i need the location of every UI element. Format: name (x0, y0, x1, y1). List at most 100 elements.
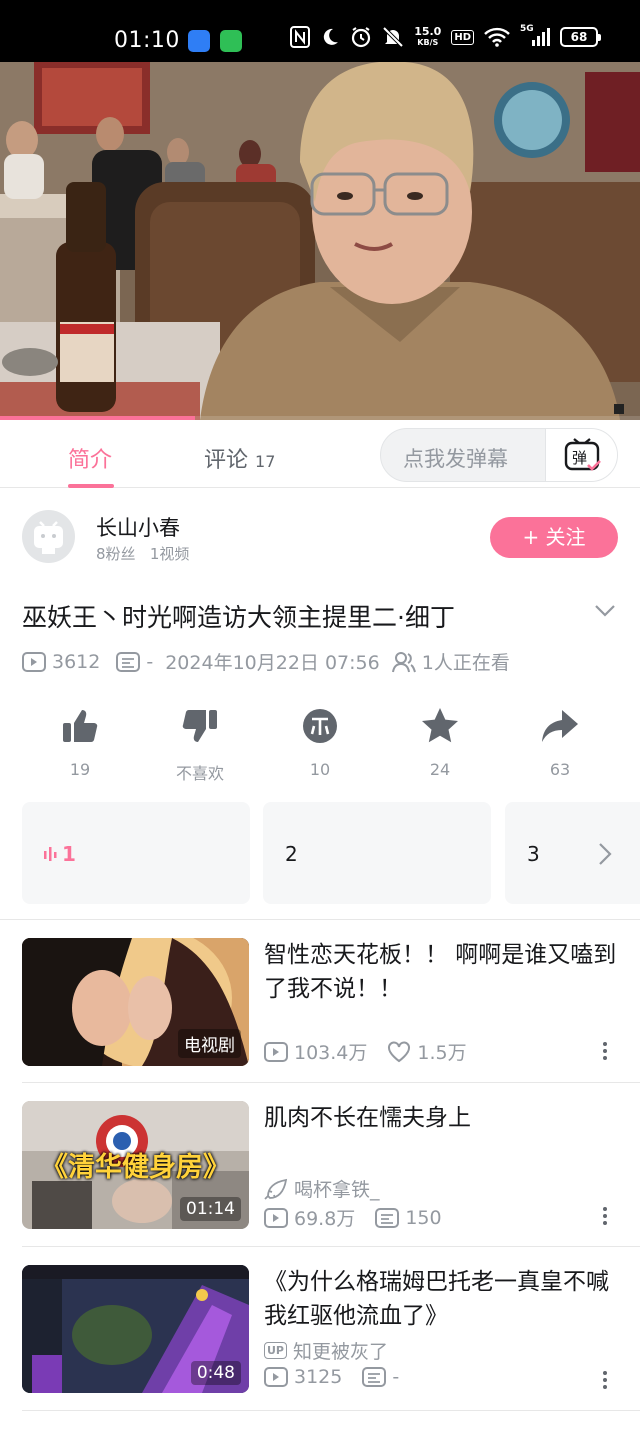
episode-item[interactable]: 3 (505, 802, 640, 904)
uploader-stats: 8粉丝 1视频 (96, 543, 189, 564)
more-options-icon[interactable] (603, 1207, 608, 1228)
duration-badge: 0:48 (190, 1361, 241, 1385)
share-count: 63 (549, 760, 571, 779)
nfc-icon (290, 26, 311, 48)
video-count: 1视频 (149, 545, 190, 563)
play-count-icon (264, 1041, 288, 1062)
recommended-video[interactable]: 《清华健身房》 01:14 肌肉不长在懦夫身上 喝杯拿铁_ 69.8万 150 (0, 1101, 640, 1265)
danmaku-count: - (392, 1366, 400, 1388)
danmaku-input[interactable]: 点我发弹幕 弹 (380, 428, 618, 482)
default-avatar-icon (34, 521, 63, 554)
heart-icon (388, 1040, 411, 1062)
chevron-right-icon[interactable] (598, 842, 612, 866)
avatar[interactable] (22, 510, 75, 563)
category-badge: 电视剧 (178, 1029, 241, 1058)
view-count: 103.4万 (294, 1042, 368, 1064)
video-player[interactable] (0, 62, 640, 420)
danmaku-count: 150 (405, 1206, 442, 1229)
fans-count: 8粉丝 (96, 545, 136, 563)
cellular-signal-icon: 5G (520, 24, 550, 48)
network-speed: 15.0 KB/S (414, 25, 442, 47)
episode-number: 1 (62, 842, 76, 866)
alarm-icon (352, 27, 371, 48)
danmaku-placeholder: 点我发弹幕 (403, 447, 508, 471)
danmaku-count-icon (362, 1367, 387, 1387)
coin-count: 10 (309, 760, 331, 779)
tab-comments[interactable]: 评论 17 (204, 442, 275, 474)
uploader-name[interactable]: 长山小春 (96, 512, 180, 542)
duration-badge: 01:14 (180, 1197, 241, 1221)
active-tab-indicator (68, 484, 114, 488)
action-row: 19 不喜欢 10 24 63 (0, 700, 640, 790)
divider (22, 1246, 640, 1247)
danmaku-count-icon (116, 651, 141, 672)
view-count: 69.8万 (294, 1208, 356, 1230)
video-thumbnail[interactable]: 电视剧 (22, 938, 249, 1066)
more-options-icon[interactable] (603, 1042, 608, 1063)
play-count-icon (22, 651, 46, 672)
chevron-down-icon[interactable] (594, 604, 616, 618)
author-name: 知更被灰了 (293, 1341, 389, 1363)
episode-item[interactable]: 1 (22, 802, 250, 904)
viewers-icon (391, 651, 416, 672)
status-bar: 01:10 15.0 KB/S HD 5G 68 (0, 0, 640, 62)
recommended-author[interactable]: UP 知更被灰了 (264, 1337, 388, 1364)
danmaku-tv-icon: 弹 (564, 438, 601, 471)
dislike-button[interactable]: 不喜欢 (140, 700, 260, 784)
view-count: 3612 (52, 650, 101, 673)
tab-intro[interactable]: 简介 (68, 442, 112, 474)
recommended-author[interactable]: 喝杯拿铁_ (264, 1175, 380, 1202)
like-count: 1.5万 (417, 1042, 467, 1064)
playing-indicator-icon (44, 847, 57, 861)
recommended-title: 肌肉不长在懦夫身上 (264, 1105, 471, 1131)
recommended-video[interactable]: 0:48 《为什么格瑞姆巴托老一真皇不喊我红驱他流血了》 UP 知更被灰了 31… (0, 1265, 640, 1429)
svg-text:弹: 弹 (572, 449, 587, 467)
recommended-stats: 103.4万 1.5万 (264, 1038, 467, 1065)
author-name: 喝杯拿铁_ (294, 1179, 380, 1201)
mute-icon (382, 26, 404, 48)
danmaku-toggle-button[interactable]: 弹 (545, 429, 617, 481)
recommended-stats: 3125 - (264, 1366, 399, 1388)
more-options-icon[interactable] (603, 1371, 608, 1392)
divider (0, 919, 640, 920)
favorite-button[interactable]: 24 (380, 700, 500, 779)
app-notification-icon (188, 30, 210, 52)
hd-voice-icon: HD (451, 29, 474, 45)
recommended-title: 《为什么格瑞姆巴托老一真皇不喊我红驱他流血了》 (264, 1269, 609, 1329)
video-thumbnail[interactable]: 《清华健身房》 01:14 (22, 1101, 249, 1229)
video-thumbnail[interactable]: 0:48 (22, 1265, 249, 1393)
share-button[interactable]: 63 (500, 700, 620, 779)
uploader-row: 长山小春 8粉丝 1视频 + 关注 (0, 490, 640, 582)
coin-button[interactable]: 10 (260, 700, 380, 779)
battery-indicator: 68 (560, 27, 601, 47)
danmaku-count: - (146, 650, 154, 673)
like-button[interactable]: 19 (20, 700, 140, 779)
moon-icon (324, 28, 339, 45)
star-icon (422, 708, 458, 743)
favorite-count: 24 (429, 760, 451, 779)
wifi-icon (484, 27, 510, 47)
up-tag-icon: UP (264, 1342, 287, 1359)
play-count-icon (264, 1367, 288, 1387)
episode-number: 3 (527, 842, 540, 866)
thumbs-up-icon (63, 710, 98, 742)
follow-button[interactable]: + 关注 (490, 517, 618, 558)
video-meta: 3612 - 2024年10月22日 07:56 1人正在看 (22, 648, 510, 675)
recommended-video[interactable]: 电视剧 智性恋天花板！！ 啊啊是谁又嗑到了我不说！！ 103.4万 1.5万 (0, 938, 640, 1102)
episode-list: 1 2 3 (22, 802, 640, 904)
dislike-label: 不喜欢 (175, 764, 224, 783)
video-frame (0, 62, 640, 420)
recommended-title: 智性恋天花板！！ 啊啊是谁又嗑到了我不说！！ (264, 942, 617, 1002)
video-title: 巫妖王丶时光啊造访大领主提里二·细丁 (22, 603, 455, 632)
publish-date: 2024年10月22日 07:56 (165, 652, 380, 674)
watching-count: 1人正在看 (421, 652, 510, 674)
danmaku-count-icon (375, 1207, 400, 1228)
like-count: 19 (69, 760, 91, 779)
recommended-stats: 69.8万 150 (264, 1204, 442, 1231)
security-app-icon (220, 30, 242, 52)
episode-item[interactable]: 2 (263, 802, 491, 904)
rocket-icon (264, 1178, 288, 1200)
coin-icon (303, 709, 337, 743)
view-count: 3125 (294, 1366, 343, 1388)
clock: 01:10 (114, 28, 180, 53)
